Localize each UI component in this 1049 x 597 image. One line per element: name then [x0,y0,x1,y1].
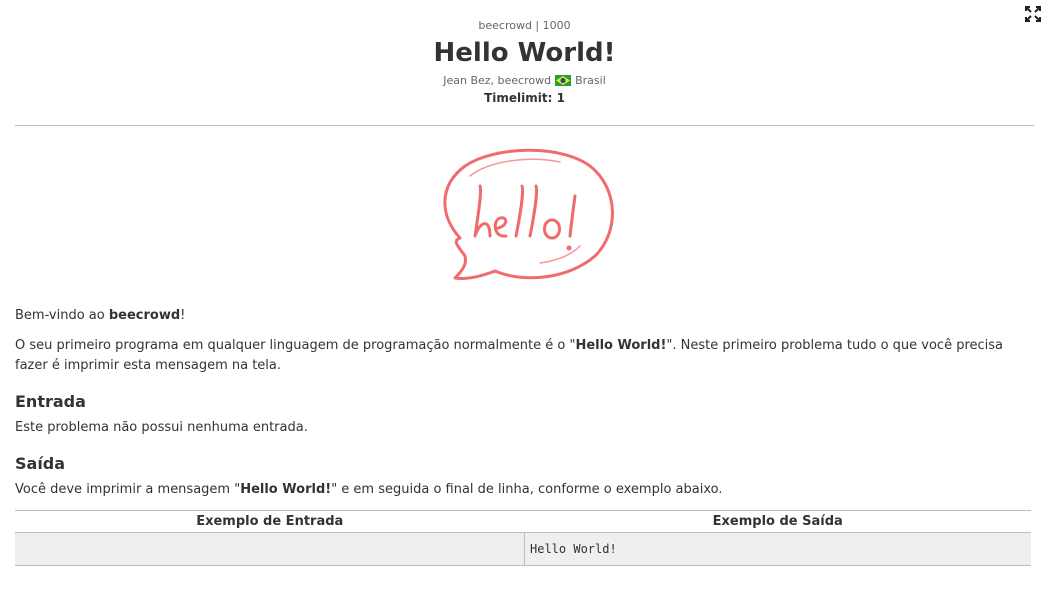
example-output-cell: Hello World! [524,532,1031,566]
page-title: Hello World! [433,38,616,68]
example-input-cell [15,532,525,566]
intro-paragraph: O seu primeiro programa em qualquer ling… [15,338,1004,373]
timelimit-value: 1 [556,91,565,105]
problem-crumb: beecrowd | 1000 [478,19,571,32]
problem-header: beecrowd | 1000 Hello World! Jean Bez, b… [0,0,1049,105]
problem-description: Bem-vindo ao beecrowd! O seu primeiro pr… [0,306,1049,500]
output-heading: Saída [15,454,66,473]
timelimit: Timelimit: 1 [0,91,1049,105]
example-output-header: Exemplo de Saída [524,510,1031,533]
hello-speech-bubble-icon [0,146,1049,286]
input-heading: Entrada [15,392,86,411]
output-text: Você deve imprimir a mensagem "Hello Wor… [15,482,723,497]
expand-icon[interactable] [1025,6,1041,22]
author-name: Jean Bez, beecrowd [443,74,552,87]
header-divider [15,125,1034,126]
input-text: Este problema não possui nenhuma entrada… [15,420,308,435]
timelimit-label: Timelimit: [484,91,553,105]
welcome-paragraph: Bem-vindo ao beecrowd! [15,308,186,323]
author-country: Brasil [575,74,606,87]
examples-table: Exemplo de Entrada Exemplo de Saída Hell… [15,510,1031,566]
table-row: Hello World! [15,532,1031,566]
brazil-flag-icon [555,75,572,86]
example-input-header: Exemplo de Entrada [15,510,525,533]
problem-author: Jean Bez, beecrowd Brasil [0,73,1049,88]
